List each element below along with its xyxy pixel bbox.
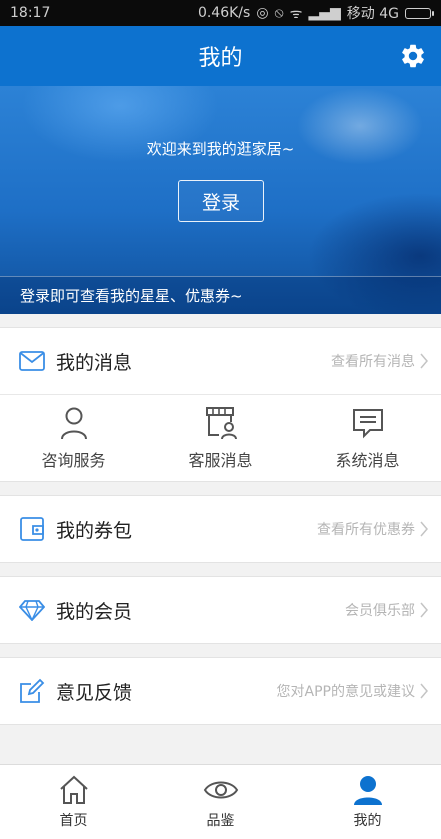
tab-review-label: 品鉴	[206, 813, 235, 829]
gear-icon	[402, 44, 424, 68]
message-icon	[351, 405, 385, 441]
tab-home[interactable]: 首页	[0, 765, 147, 839]
mail-icon	[18, 347, 46, 375]
signal-icon: ▂▄▆	[308, 5, 341, 21]
status-right: 0.46K/s ◎ ⦸ ᯤ ▂▄▆ 移动 4G	[197, 3, 434, 23]
chevron-right-icon	[420, 683, 428, 699]
user-icon	[353, 776, 382, 805]
my-membership-row[interactable]: 我的会员 会员俱乐部	[0, 577, 441, 643]
my-messages-label: 我的消息	[56, 351, 133, 374]
my-messages-hint: 查看所有消息	[331, 354, 415, 370]
diamond-icon	[18, 596, 46, 624]
person-icon	[57, 405, 91, 441]
my-coupons-row[interactable]: 我的券包 查看所有优惠券	[0, 496, 441, 562]
feedback-hint: 您对APP的意见或建议	[276, 684, 415, 700]
my-coupons-hint: 查看所有优惠券	[317, 522, 415, 538]
tab-mine-label: 我的	[353, 813, 382, 829]
tab-mine[interactable]: 我的	[294, 765, 441, 839]
edit-icon	[18, 677, 46, 705]
chevron-right-icon	[420, 521, 428, 537]
feedback-row[interactable]: 意见反馈 您对APP的意见或建议	[0, 658, 441, 724]
feedback-card: 意见反馈 您对APP的意见或建议	[0, 657, 441, 725]
carrier-label: 移动 4G	[346, 6, 399, 22]
store-service-icon	[204, 405, 238, 441]
profile-banner: 欢迎来到我的逛家居~ 登录 登录即可查看我的星星、优惠券~	[0, 86, 441, 314]
wallet-icon	[18, 515, 46, 543]
my-membership-hint: 会员俱乐部	[345, 603, 415, 619]
page-title: 我的	[198, 46, 243, 71]
status-time: 18:17	[10, 5, 51, 21]
battery-icon	[405, 7, 434, 19]
messages-card: 我的消息 查看所有消息 咨询服务 客服消息 系统消息	[0, 327, 441, 482]
my-coupons-label: 我的券包	[56, 519, 133, 542]
coupons-card: 我的券包 查看所有优惠券	[0, 495, 441, 563]
consult-service-item[interactable]: 咨询服务	[0, 395, 147, 481]
top-bar: 我的	[0, 26, 441, 86]
chevron-right-icon	[420, 602, 428, 618]
network-speed: 0.46K/s	[197, 5, 251, 21]
tab-review[interactable]: 品鉴	[147, 765, 294, 839]
status-bar: 18:17 0.46K/s ◎ ⦸ ᯤ ▂▄▆ 移动 4G	[0, 0, 441, 26]
home-icon	[59, 775, 88, 804]
tab-home-label: 首页	[59, 813, 88, 829]
chevron-right-icon	[420, 353, 428, 369]
system-message-item[interactable]: 系统消息	[294, 395, 441, 481]
alarm-icon: ◎	[256, 5, 269, 21]
my-membership-label: 我的会员	[56, 600, 133, 623]
membership-card: 我的会员 会员俱乐部	[0, 576, 441, 644]
eye-icon	[203, 781, 238, 799]
my-messages-row[interactable]: 我的消息 查看所有消息	[0, 328, 441, 394]
wifi-icon: ᯤ	[289, 5, 303, 22]
silent-icon: ⦸	[274, 5, 284, 21]
consult-service-label: 咨询服务	[41, 451, 106, 470]
bottom-tab-bar: 首页 品鉴 我的	[0, 764, 441, 839]
login-button[interactable]: 登录	[178, 180, 264, 222]
login-tip: 登录即可查看我的星星、优惠券~	[0, 276, 441, 314]
feedback-label: 意见反馈	[56, 681, 133, 704]
message-categories: 咨询服务 客服消息 系统消息	[0, 395, 441, 481]
service-message-item[interactable]: 客服消息	[147, 395, 294, 481]
system-message-label: 系统消息	[335, 451, 400, 470]
welcome-text: 欢迎来到我的逛家居~	[146, 140, 295, 158]
settings-button[interactable]	[397, 40, 429, 72]
service-message-label: 客服消息	[188, 451, 253, 470]
